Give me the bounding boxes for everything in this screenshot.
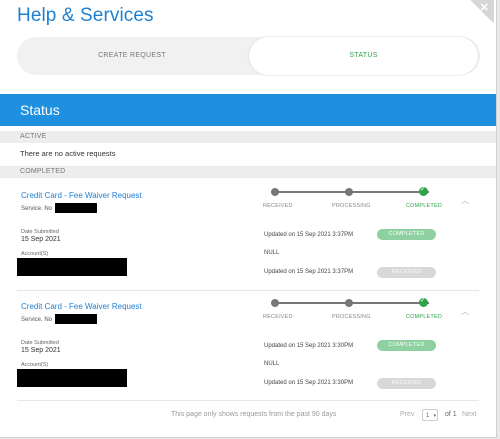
page-total: of 1 [445, 411, 457, 418]
date-submitted-label: Date Submitted [21, 229, 59, 235]
date-submitted-label: Date Submitted [21, 340, 59, 346]
step-dot-received [271, 299, 279, 307]
service-no-label: Service. No [21, 317, 53, 323]
account-label: Account(S) [21, 362, 49, 368]
redacted-account [17, 369, 127, 387]
page-number: 1 [426, 413, 430, 419]
status-badge-completed: COMPLETED [377, 229, 436, 240]
prev-button[interactable]: Prev [400, 411, 414, 418]
null-value: NULL [264, 250, 280, 256]
service-no-label: Service. No [21, 206, 53, 212]
request-card: Credit Card - Fee Waiver Request Service… [0, 179, 496, 289]
check-icon: ✓ [420, 186, 426, 193]
step-dot-completed: ✓ [419, 297, 428, 307]
tab-bar: CREATE REQUEST STATUS [17, 37, 480, 75]
step-label-completed: COMPLETED [406, 203, 443, 209]
check-icon: ✓ [420, 297, 426, 304]
step-dot-processing [345, 299, 353, 307]
status-header: Status [0, 94, 496, 126]
page-select[interactable]: 1 ▾ [422, 409, 438, 421]
active-label: ACTIVE [20, 133, 47, 140]
redacted-service-no [55, 203, 97, 213]
date-submitted-value: 15 Sep 2021 [21, 347, 61, 354]
tab-status[interactable]: STATUS [249, 37, 478, 75]
help-services-modal: Help & Services ✕ CREATE REQUEST STATUS … [0, 0, 497, 438]
step-label-received: RECEIVED [263, 314, 293, 320]
chevron-up-icon[interactable]: ︿ [461, 306, 469, 317]
progress-tracker: ✓ RECEIVED PROCESSING COMPLETED [255, 183, 445, 213]
account-label: Account(S) [21, 251, 49, 257]
chevron-down-icon: ▾ [433, 413, 436, 419]
status-badge-received: RECEIVED [377, 378, 436, 389]
chevron-up-icon[interactable]: ︿ [461, 195, 469, 206]
completed-section-header: COMPLETED [0, 166, 496, 178]
next-button[interactable]: Next [462, 411, 476, 418]
step-label-processing: PROCESSING [332, 203, 371, 209]
no-active-message: There are no active requests [20, 149, 116, 158]
status-badge-received: RECEIVED [377, 267, 436, 278]
completed-label: COMPLETED [20, 168, 66, 175]
status-title: Status [20, 102, 60, 118]
request-title-link[interactable]: Credit Card - Fee Waiver Request [21, 191, 142, 200]
page-title: Help & Services [17, 5, 154, 26]
request-card: Credit Card - Fee Waiver Request Service… [0, 290, 496, 400]
step-label-completed: COMPLETED [406, 314, 443, 320]
redacted-service-no [55, 314, 97, 324]
divider [17, 400, 479, 401]
null-value: NULL [264, 361, 280, 367]
updated-text: Updated on 15 Sep 2021 3:37PM [264, 232, 354, 238]
request-title-link[interactable]: Credit Card - Fee Waiver Request [21, 302, 142, 311]
footer-note: This page only shows requests from the p… [171, 411, 337, 418]
progress-tracker: ✓ RECEIVED PROCESSING COMPLETED [255, 294, 445, 324]
close-button[interactable]: ✕ [468, 0, 494, 22]
updated-text: Updated on 15 Sep 2021 3:37PM [264, 269, 354, 275]
updated-text: Updated on 15 Sep 2021 3:30PM [264, 343, 354, 349]
step-label-received: RECEIVED [263, 203, 293, 209]
redacted-account [17, 258, 127, 276]
step-dot-received [271, 188, 279, 196]
tab-create-request[interactable]: CREATE REQUEST [17, 37, 247, 75]
step-dot-completed: ✓ [419, 186, 428, 196]
date-submitted-value: 15 Sep 2021 [21, 236, 61, 243]
updated-text: Updated on 15 Sep 2021 3:30PM [264, 380, 354, 386]
status-badge-completed: COMPLETED [377, 340, 436, 351]
step-dot-processing [345, 188, 353, 196]
active-section-header: ACTIVE [0, 131, 496, 143]
step-label-processing: PROCESSING [332, 314, 371, 320]
close-icon: ✕ [479, 2, 489, 14]
